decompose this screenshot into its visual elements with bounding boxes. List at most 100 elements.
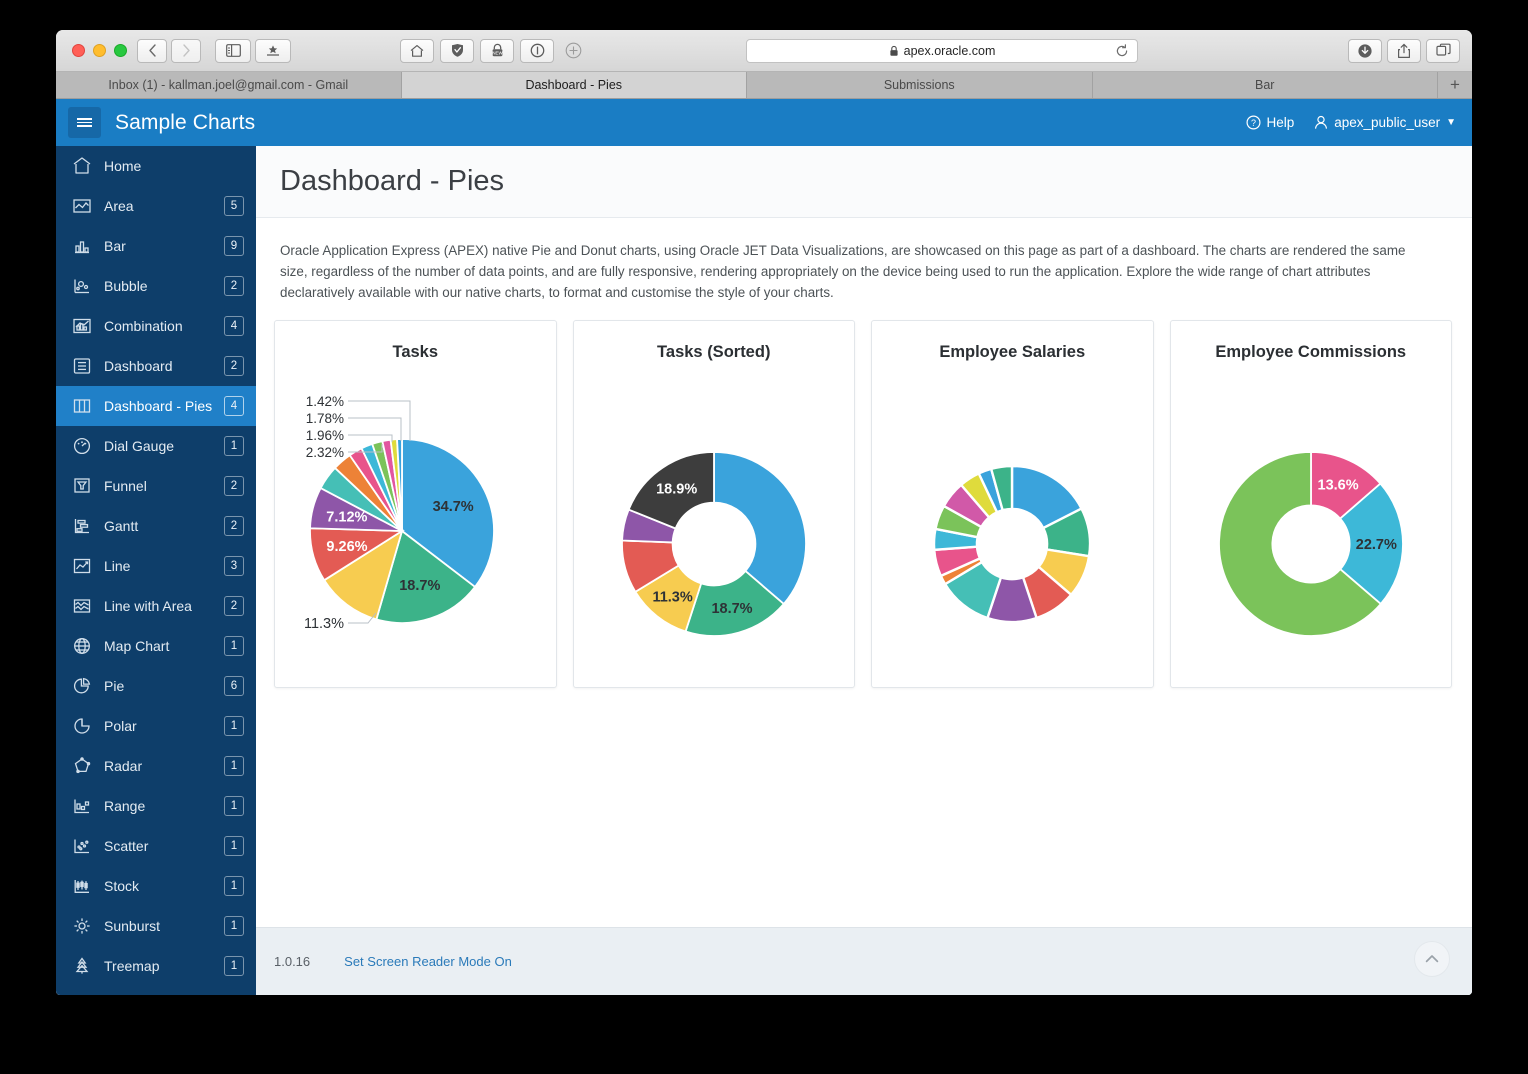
sidebar-item-label: Pie — [104, 678, 125, 694]
browser-tab[interactable]: Inbox (1) - kallman.joel@gmail.com - Gma… — [56, 72, 402, 98]
user-label: apex_public_user — [1334, 115, 1441, 130]
apex-application: Sample Charts ? Help apex_public_user ▼ … — [56, 99, 1472, 995]
sidebar-item-label: Line with Area — [104, 598, 192, 614]
browser-tab[interactable]: Submissions — [747, 72, 1093, 98]
close-window-button[interactable] — [72, 44, 85, 57]
home-button[interactable] — [400, 38, 434, 63]
info-button[interactable] — [520, 38, 554, 63]
browser-tab-active[interactable]: Dashboard - Pies — [401, 72, 747, 98]
browser-tab-label: Bar — [1255, 78, 1275, 92]
sidebar-item-label: Bubble — [104, 278, 148, 294]
sidebar-item-bubble[interactable]: Bubble 2 — [56, 266, 256, 306]
window-controls[interactable] — [72, 44, 127, 57]
sidebar-item-polar[interactable]: Polar 1 — [56, 706, 256, 746]
sidebar-item-badge: 1 — [224, 836, 244, 856]
chevron-down-icon: ▼ — [1446, 117, 1456, 128]
sidebar-item-scatter[interactable]: Scatter 1 — [56, 826, 256, 866]
main-content: Dashboard - Pies Oracle Application Expr… — [256, 146, 1472, 995]
sidebar-item-bar[interactable]: Bar 9 — [56, 226, 256, 266]
sidebar-item-dashboard[interactable]: Dashboard 2 — [56, 346, 256, 386]
reload-button[interactable] — [1115, 44, 1129, 58]
sidebar-item-badge: 9 — [224, 236, 244, 256]
sidebar-item-label: Gantt — [104, 518, 139, 534]
dashboard-list-icon — [72, 356, 92, 376]
screen-reader-link[interactable]: Set Screen Reader Mode On — [344, 954, 512, 969]
back-to-top-button[interactable] — [1414, 941, 1450, 977]
sidebar-item-funnel[interactable]: Funnel 2 — [56, 466, 256, 506]
sidebar-item-radar[interactable]: Radar 1 — [56, 746, 256, 786]
browser-tab[interactable]: Bar — [1092, 72, 1438, 98]
sidebar-item-label: Dial Gauge — [104, 438, 175, 454]
sidebar-item-dial-gauge[interactable]: Dial Gauge 1 — [56, 426, 256, 466]
sidebar-item-line-with-area[interactable]: Line with Area 2 — [56, 586, 256, 626]
sidebar-item-badge: 5 — [224, 196, 244, 216]
sidebar-item-badge: 1 — [224, 796, 244, 816]
shield-extension-button[interactable] — [440, 38, 474, 63]
help-button[interactable]: ? Help — [1245, 115, 1294, 130]
chart-card: Employee Salaries — [871, 319, 1154, 688]
svg-text:NEW: NEW — [492, 51, 503, 56]
pie-external-label: 1.96% — [306, 428, 344, 443]
help-circle-icon: ? — [1245, 115, 1261, 130]
sidebar-item-map-chart[interactable]: Map Chart 1 — [56, 626, 256, 666]
sidebar-item-pie[interactable]: Pie 6 — [56, 666, 256, 706]
charts-grid: Tasks 34.7% 18.7% 9.26% 7.12% 1.42% 1.78% 1.96%… — [256, 319, 1472, 688]
add-extension-button[interactable] — [560, 39, 586, 63]
pie-slice-label: 18.7% — [711, 601, 752, 617]
pie-slice-label: 7.12% — [327, 509, 368, 525]
new-tab-button[interactable]: + — [1438, 72, 1472, 98]
sidebar-item-label: Bar — [104, 238, 126, 254]
user-icon — [1315, 115, 1328, 129]
browser-tab-label: Dashboard - Pies — [525, 78, 623, 92]
sidebar-item-home[interactable]: Home — [56, 146, 256, 186]
sidebar-toggle-icon — [225, 44, 241, 57]
sidebar-item-range[interactable]: Range 1 — [56, 786, 256, 826]
sidebar-item-sunburst[interactable]: Sunburst 1 — [56, 906, 256, 946]
sidebar-item-gantt[interactable]: Gantt 2 — [56, 506, 256, 546]
columns-icon — [72, 396, 92, 416]
sidebar-item-line[interactable]: Line 3 — [56, 546, 256, 586]
user-menu-button[interactable]: apex_public_user ▼ — [1314, 115, 1456, 130]
bookmarks-button[interactable] — [255, 38, 291, 63]
sidebar-item-area[interactable]: Area 5 — [56, 186, 256, 226]
sidebar-item-badge: 6 — [224, 676, 244, 696]
page-header: Dashboard - Pies — [256, 146, 1472, 218]
address-bar[interactable]: apex.oracle.com — [746, 39, 1138, 63]
sidebar-item-combination[interactable]: Combination 4 — [56, 306, 256, 346]
sidebar-item-badge: 1 — [224, 716, 244, 736]
gantt-icon — [72, 516, 92, 536]
maximize-window-button[interactable] — [114, 44, 127, 57]
pie-slice[interactable] — [712, 451, 807, 606]
sidebar-item-label: Dashboard - Pies — [104, 398, 213, 414]
tab-overview-button[interactable] — [1426, 38, 1460, 63]
app-version: 1.0.16 — [274, 954, 311, 969]
browser-right-buttons — [1348, 38, 1460, 63]
downloads-button[interactable] — [1348, 38, 1382, 63]
funnel-icon — [72, 476, 92, 496]
minimize-window-button[interactable] — [93, 44, 106, 57]
back-button[interactable] — [137, 38, 167, 63]
sidebar-item-stock[interactable]: Stock 1 — [56, 866, 256, 906]
forward-button[interactable] — [171, 38, 201, 63]
sidebar-item-badge: 1 — [224, 756, 244, 776]
browser-titlebar: NEW apex.oracle.com — [56, 30, 1472, 72]
sidebar-item-badge: 1 — [224, 956, 244, 976]
chart-title: Employee Commissions — [1215, 342, 1407, 361]
sidebar-item-dashboard-pies[interactable]: Dashboard - Pies 4 — [56, 386, 256, 426]
sidebar-item-label: Line — [104, 558, 131, 574]
sidebar-toggle-button[interactable] — [215, 38, 251, 63]
shield-icon — [451, 44, 463, 57]
chart-card: Tasks 34.7% 18.7% 9.26% 7.12% 1.42% 1.78% 1.96%… — [274, 319, 557, 688]
chart-canvas — [933, 464, 1092, 624]
sidebar-item-treemap[interactable]: Treemap 1 — [56, 946, 256, 986]
downloads-icon — [1358, 43, 1372, 58]
stock-chart-icon — [72, 876, 92, 896]
share-button[interactable] — [1387, 38, 1421, 63]
lastpass-icon: NEW — [492, 43, 503, 57]
sidebar-item-badge: 2 — [224, 516, 244, 536]
hamburger-menu-button[interactable] — [68, 107, 101, 138]
sidebar-item-label: Combination — [104, 318, 183, 334]
lastpass-button[interactable]: NEW — [480, 38, 514, 63]
sidebar-item-badge: 2 — [224, 276, 244, 296]
address-text: apex.oracle.com — [903, 44, 996, 58]
